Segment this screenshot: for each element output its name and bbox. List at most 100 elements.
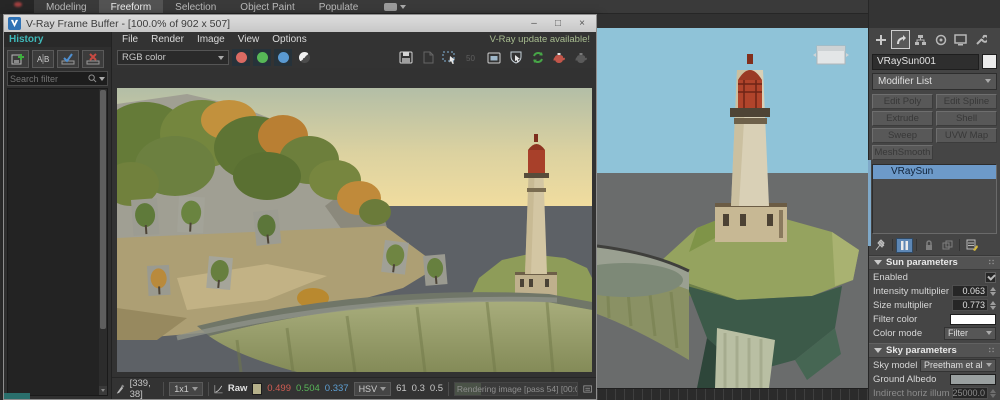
vray-update-notice[interactable]: V-Ray update available! — [490, 34, 596, 45]
green-channel-button[interactable] — [253, 49, 271, 66]
history-search-box[interactable] — [7, 71, 108, 86]
monochrome-button[interactable] — [295, 49, 313, 66]
channel-select[interactable]: RGB color — [117, 50, 229, 65]
copy-image-icon[interactable] — [418, 49, 437, 66]
color-mode-dropdown[interactable]: Filter — [944, 327, 996, 340]
vfb-status-bar: [339, 38] 1x1 Raw 0.499 0.504 0.337 HSV … — [112, 377, 596, 399]
lock-stack-icon[interactable] — [920, 238, 937, 253]
configure-modifier-sets-icon[interactable] — [963, 238, 980, 253]
tab-hierarchy[interactable] — [911, 30, 930, 49]
panel-scrollbar[interactable] — [868, 160, 871, 246]
edit-poly-button[interactable]: Edit Poly — [872, 94, 933, 109]
object-color-swatch[interactable] — [982, 54, 997, 69]
spinner-arrows[interactable] — [990, 287, 996, 296]
spinner-arrows[interactable] — [990, 301, 996, 310]
pin-stack-icon[interactable] — [872, 238, 889, 253]
ground-albedo-label: Ground Albedo — [873, 374, 947, 385]
tab-create[interactable] — [871, 30, 890, 49]
region-render-icon[interactable] — [440, 49, 459, 66]
ribbon-tab-selection[interactable]: Selection — [163, 0, 228, 13]
intensity-multiplier-value[interactable]: 0.063 — [952, 285, 988, 297]
menu-image[interactable]: Image — [191, 34, 231, 45]
rollout-sun-parameters[interactable]: Sun parameters ∷ — [869, 256, 1000, 271]
command-panel-tabs — [869, 28, 1000, 52]
ribbon-minimize-control[interactable] — [384, 0, 406, 13]
blue-value: 0.337 — [325, 383, 349, 394]
edit-spline-button[interactable]: Edit Spline — [936, 94, 997, 109]
scrollbar-down-button[interactable] — [99, 386, 107, 395]
ribbon-tab-freeform[interactable]: Freeform — [99, 0, 164, 13]
search-input[interactable] — [10, 74, 88, 84]
curve-icon[interactable] — [214, 383, 223, 395]
close-button[interactable]: × — [570, 16, 594, 31]
saturation-value: 0.3 — [412, 383, 425, 394]
object-name-field[interactable]: VRaySun001 — [872, 54, 979, 70]
shell-button[interactable]: Shell — [936, 111, 997, 126]
maximize-button[interactable]: □ — [546, 16, 570, 31]
indirect-horiz-illum-spinner: 25000.0 — [952, 387, 996, 399]
minimize-button[interactable]: – — [522, 16, 546, 31]
tab-display[interactable] — [951, 30, 970, 49]
history-ab-compare-button[interactable]: AB — [32, 50, 54, 68]
color-space-select[interactable]: HSV — [354, 382, 392, 396]
ribbon-tab-object-paint[interactable]: Object Paint — [228, 0, 306, 13]
show-end-result-icon[interactable] — [896, 238, 913, 253]
refresh-icon[interactable] — [528, 49, 547, 66]
indirect-horiz-illum-value: 25000.0 — [952, 387, 988, 399]
track-mouse-icon[interactable] — [506, 49, 525, 66]
save-image-icon[interactable] — [396, 49, 415, 66]
size-multiplier-spinner[interactable]: 0.773 — [952, 299, 996, 311]
menu-render[interactable]: Render — [145, 34, 190, 45]
rollout-sky-parameters[interactable]: Sky parameters ∷ — [869, 343, 1000, 358]
filter-color-label: Filter color — [873, 314, 947, 325]
zoom-level-select[interactable]: 1x1 — [169, 382, 203, 396]
vray-logo-icon — [8, 17, 21, 30]
filter-color-swatch[interactable] — [950, 314, 996, 325]
render-last-teapot-icon[interactable] — [550, 49, 569, 66]
clamp-colors-icon[interactable]: 50 — [462, 49, 481, 66]
red-channel-button[interactable] — [232, 49, 250, 66]
tab-motion[interactable] — [931, 30, 950, 49]
stack-item-vraysun[interactable]: VRaySun — [873, 165, 996, 179]
meshsmooth-button[interactable]: MeshSmooth — [872, 145, 933, 160]
history-save-button[interactable] — [7, 50, 29, 68]
stop-render-teapot-icon[interactable] — [572, 49, 591, 66]
history-set-a-button[interactable] — [57, 50, 79, 68]
scrollbar-thumb[interactable] — [100, 90, 106, 329]
chevron-down-icon — [218, 56, 224, 60]
modifier-list-dropdown[interactable]: Modifier List — [872, 73, 997, 90]
value-value: 0.5 — [430, 383, 443, 394]
divider — [448, 382, 449, 396]
rendered-image[interactable] — [117, 88, 592, 372]
ribbon-tab-populate[interactable]: Populate — [307, 0, 370, 13]
history-list[interactable] — [7, 88, 108, 396]
menu-view[interactable]: View — [232, 34, 266, 45]
history-delete-button[interactable] — [82, 50, 104, 68]
display-mode-label[interactable]: Raw — [228, 383, 248, 394]
ribbon-tab-modeling[interactable]: Modeling — [34, 0, 99, 13]
max-viewport[interactable] — [597, 14, 868, 400]
make-unique-icon[interactable] — [939, 238, 956, 253]
intensity-multiplier-spinner[interactable]: 0.063 — [952, 285, 996, 297]
tab-utilities[interactable] — [971, 30, 990, 49]
expand-log-icon[interactable] — [583, 384, 592, 394]
uvw-map-button[interactable]: UVW Map — [936, 128, 997, 143]
tab-modify[interactable] — [891, 30, 910, 49]
ground-albedo-swatch[interactable] — [950, 374, 996, 385]
duplicate-window-icon[interactable] — [484, 49, 503, 66]
timeline-bar[interactable] — [597, 388, 868, 400]
blue-channel-button[interactable] — [274, 49, 292, 66]
menu-file[interactable]: File — [116, 34, 144, 45]
modifier-stack[interactable]: VRaySun — [872, 164, 997, 234]
sweep-button[interactable]: Sweep — [872, 128, 933, 143]
history-scrollbar[interactable] — [99, 89, 107, 395]
size-multiplier-value[interactable]: 0.773 — [952, 299, 988, 311]
chevron-down-icon[interactable] — [99, 77, 105, 81]
extrude-button[interactable]: Extrude — [872, 111, 933, 126]
vfb-title-bar[interactable]: V-Ray Frame Buffer - [100.0% of 902 x 50… — [4, 15, 596, 32]
enabled-checkbox[interactable] — [985, 272, 996, 283]
hue-value: 61 — [396, 383, 407, 394]
sky-model-dropdown[interactable]: Preetham et al. — [920, 359, 996, 372]
menu-options[interactable]: Options — [266, 34, 312, 45]
color-mode-label: Color mode — [873, 328, 941, 339]
